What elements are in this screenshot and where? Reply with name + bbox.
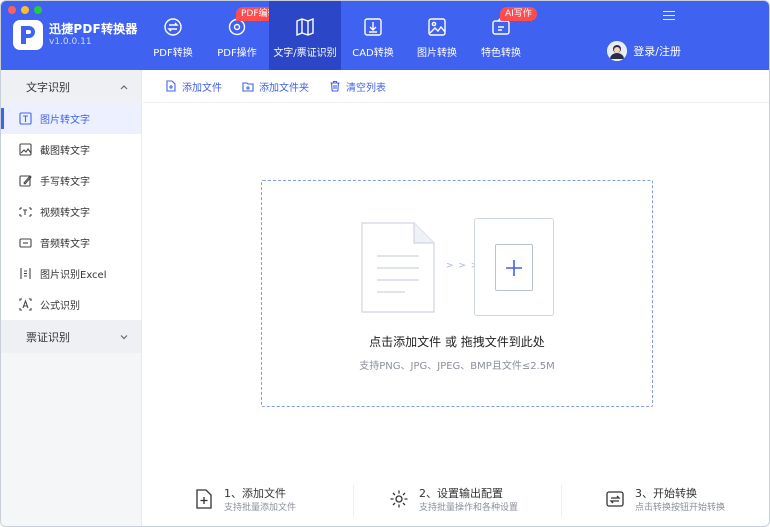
chevron-down-icon	[120, 334, 128, 339]
step-start-convert: 3、开始转换 点击转换按钮开始转换	[605, 486, 725, 515]
video-icon	[19, 207, 32, 217]
add-file-card[interactable]	[474, 218, 554, 316]
sidebar-item-handwriting-to-text[interactable]: 手写转文字	[1, 165, 141, 196]
formula-icon	[19, 298, 32, 311]
clear-list-button[interactable]: 清空列表	[329, 79, 386, 94]
chevron-up-icon	[120, 84, 128, 89]
trash-icon	[330, 80, 340, 92]
image-icon	[426, 16, 448, 38]
brand: 迅捷PDF转换器 v1.0.0.11	[13, 20, 138, 50]
step-divider	[353, 485, 354, 517]
sidebar-group-ocr[interactable]: 文字识别	[1, 70, 141, 103]
document-icon	[361, 222, 435, 313]
sidebar-group-certificate[interactable]: 票证识别	[1, 320, 141, 353]
login-button[interactable]: 登录/注册	[607, 41, 681, 61]
text-icon	[19, 112, 32, 125]
add-file-icon	[166, 80, 176, 92]
step-divider	[561, 485, 562, 517]
tab-pdf-convert[interactable]: PDF转换	[141, 1, 205, 70]
top-bar: 迅捷PDF转换器 v1.0.0.11 PDF转换 PDF操作 PDF编辑 文字/…	[1, 1, 769, 70]
plus-icon	[506, 259, 522, 276]
minimize-window-button[interactable]	[21, 6, 29, 14]
avatar-icon	[607, 41, 628, 61]
login-label: 登录/注册	[633, 45, 681, 58]
excel-icon	[20, 268, 31, 279]
drop-zone-hint: 支持PNG、JPG、JPEG、BMP且文件≤2.5M	[359, 361, 555, 372]
toolbar: 添加文件 添加文件夹 清空列表	[143, 70, 769, 103]
add-folder-button[interactable]: 添加文件夹	[242, 79, 309, 94]
sidebar-item-screenshot-to-text[interactable]: 截图转文字	[1, 134, 141, 165]
sidebar-item-formula[interactable]: 公式识别	[1, 289, 141, 320]
add-folder-icon	[242, 82, 254, 92]
sidebar-item-audio-to-text[interactable]: 音频转文字	[1, 227, 141, 258]
steps-bar: 1、添加文件 支持批量添加文件 2、设置输出配置 支持批量操作和各种设置 3、开…	[143, 479, 769, 526]
convert-icon	[162, 16, 184, 38]
app-logo-icon	[13, 20, 43, 50]
drop-zone-title: 点击添加文件 或 拖拽文件到此处	[369, 335, 545, 349]
step-settings: 2、设置输出配置 支持批量操作和各种设置	[389, 486, 518, 515]
tab-image-convert[interactable]: 图片转换	[405, 1, 469, 70]
tab-cad-convert[interactable]: CAD转换	[341, 1, 405, 70]
step-add-file: 1、添加文件 支持批量添加文件	[194, 486, 296, 515]
ai-writing-badge: AI写作	[500, 7, 537, 21]
sidebar-item-image-to-text[interactable]: 图片转文字	[1, 103, 141, 134]
sidebar-item-video-to-text[interactable]: 视频转文字	[1, 196, 141, 227]
sidebar: 文字识别 图片转文字 截图转文字 手写转文字 视频转文字 音频转文字 图片识别E…	[1, 70, 142, 526]
gear-icon	[390, 490, 408, 508]
main-nav: PDF转换 PDF操作 PDF编辑 文字/票证识别 CAD转换 图片转换 特色转…	[141, 1, 537, 70]
file-drop-zone[interactable]: > > > 点击添加文件 或 拖拽文件到此处 支持PNG、JPG、JPEG、BM…	[261, 180, 653, 407]
screenshot-icon	[19, 143, 32, 156]
tab-feature-convert[interactable]: 特色转换 AI写作	[469, 1, 537, 70]
add-file-step-icon	[196, 489, 212, 509]
handwrite-icon	[19, 175, 32, 187]
audio-icon	[19, 238, 32, 248]
cad-icon	[362, 16, 384, 38]
tab-ocr[interactable]: 文字/票证识别	[269, 1, 341, 70]
app-name: 迅捷PDF转换器	[49, 22, 138, 36]
menu-icon[interactable]	[663, 11, 675, 21]
convert-step-icon	[606, 491, 624, 507]
window-controls	[8, 6, 42, 14]
maximize-window-button[interactable]	[34, 6, 42, 14]
app-window: 迅捷PDF转换器 v1.0.0.11 PDF转换 PDF操作 PDF编辑 文字/…	[0, 0, 770, 527]
sidebar-item-image-to-excel[interactable]: 图片识别Excel	[1, 258, 141, 289]
close-window-button[interactable]	[8, 6, 16, 14]
ocr-icon	[294, 16, 316, 38]
app-version: v1.0.0.11	[49, 37, 92, 47]
add-file-button[interactable]: 添加文件	[165, 79, 222, 94]
tab-pdf-operate[interactable]: PDF操作 PDF编辑	[205, 1, 282, 70]
